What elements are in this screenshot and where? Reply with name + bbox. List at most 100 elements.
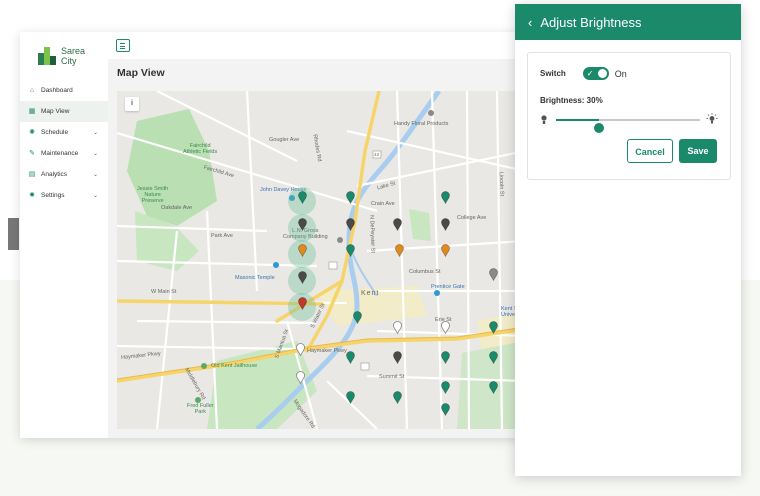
map-label-prentice: Prentice Gate — [431, 284, 465, 290]
power-toggle[interactable]: ✓ — [582, 67, 609, 80]
app-window: Sarea City ⌂ Dashboard ▦ Map View ✺ Schedule ⌄… — [20, 32, 540, 438]
switch-row: Switch ✓ On — [540, 67, 627, 80]
map-label-jailhouse: Old Kent Jailhouse — [211, 363, 258, 369]
streetlight-pin-icon[interactable] — [488, 381, 498, 394]
page-title: Map View — [117, 67, 165, 79]
toggle-knob — [597, 69, 607, 78]
sidebar-item-settings[interactable]: ✹ Settings ⌄ — [20, 185, 108, 206]
map-icon: ▦ — [28, 107, 36, 115]
streetlight-pin-icon[interactable] — [295, 371, 305, 384]
streetlight-pin-icon[interactable] — [392, 321, 402, 334]
streetlight-pin-icon[interactable] — [392, 351, 402, 364]
sidebar-item-label: Schedule — [41, 129, 69, 136]
streetlight-pin-icon[interactable] — [394, 244, 404, 257]
chevron-down-icon: ⌄ — [92, 172, 98, 178]
map-label-lincoln: Lincoln St — [497, 171, 505, 197]
map-info-button[interactable]: i — [125, 97, 139, 111]
brand-name-line2: City — [61, 56, 77, 66]
adjust-brightness-panel: ‹ Adjust Brightness Switch ✓ On Brightne… — [515, 4, 741, 476]
brand-name: Sarea City — [61, 46, 85, 66]
streetlight-pin-icon[interactable] — [488, 268, 498, 281]
poi-handy-floral-icon[interactable] — [428, 110, 434, 116]
gear-icon: ✹ — [29, 191, 35, 199]
brightness-label: Brightness: 30% — [540, 96, 603, 105]
streetlight-pin-icon[interactable] — [352, 311, 362, 324]
streetlight-pin-icon[interactable] — [488, 351, 498, 364]
streetlight-pin-icon[interactable] — [297, 297, 307, 310]
brightness-card: Switch ✓ On Brightness: 30% Cancel Save — [527, 52, 731, 180]
sidebar-item-label: Settings — [41, 192, 65, 199]
map-label-college: College Ave — [457, 215, 487, 221]
slider-handle[interactable] — [594, 123, 605, 133]
brand-name-line1: Sarea — [61, 46, 86, 56]
sidebar-item-label: Analytics — [41, 171, 68, 178]
map-label-summit: Summit St — [379, 374, 405, 380]
streetlight-pin-icon[interactable] — [297, 271, 307, 284]
streetlight-pin-icon[interactable] — [392, 218, 402, 231]
streetlight-pin-icon[interactable] — [345, 218, 355, 231]
streetlight-pin-icon[interactable] — [297, 191, 307, 204]
streetlight-pin-icon[interactable] — [440, 244, 450, 257]
brightness-slider[interactable] — [540, 111, 718, 133]
map-canvas[interactable]: i Fairchild Athletic Fields Fairchild Ave… — [117, 91, 525, 429]
sidebar-item-schedule[interactable]: ✺ Schedule ⌄ — [20, 122, 108, 143]
map-label-handy-floral: Handy Floral Products — [394, 121, 449, 127]
streetlight-pin-icon[interactable] — [392, 391, 402, 404]
streetlight-pin-icon[interactable] — [297, 218, 307, 231]
panel-title: Adjust Brightness — [540, 14, 642, 30]
sidebar-item-maintenance[interactable]: ✎ Maintenance ⌄ — [20, 143, 108, 164]
home-icon: ⌂ — [29, 86, 35, 94]
streetlight-pin-icon[interactable] — [297, 244, 307, 257]
sidebar-nav: ⌂ Dashboard ▦ Map View ✺ Schedule ⌄ ✎ Maintenanc… — [20, 80, 108, 206]
chevron-down-icon: ⌄ — [92, 151, 98, 157]
streetlight-pin-icon[interactable] — [295, 343, 305, 356]
streetlight-pin-icon[interactable] — [345, 391, 355, 404]
menu-toggle-button[interactable] — [116, 39, 130, 52]
poi-prentice-gate-icon[interactable] — [434, 290, 440, 296]
poi-jailhouse-icon[interactable] — [201, 363, 207, 369]
map-label-w-main: W Main St — [151, 289, 177, 295]
map-label-kent: Kent — [361, 290, 380, 297]
map-label-crain: Crain Ave — [371, 201, 395, 207]
streetlight-pin-icon[interactable] — [440, 218, 450, 231]
chevron-down-icon: ⌄ — [92, 130, 98, 136]
map-base-layer — [117, 91, 525, 429]
city-logo-icon — [38, 47, 56, 65]
streetlight-pin-icon[interactable] — [440, 381, 450, 394]
top-bar — [108, 32, 540, 60]
sidebar-item-analytics[interactable]: ▤ Analytics ⌄ — [20, 164, 108, 185]
streetlight-pin-icon[interactable] — [440, 321, 450, 334]
panel-header: ‹ Adjust Brightness — [515, 4, 741, 40]
map-label-jessie-smith: Jessie Smith Nature Preserve — [137, 186, 169, 204]
map-label-haymaker-east: Haymaker Pkwy — [307, 348, 347, 354]
sidebar-item-label: Map View — [41, 108, 70, 115]
streetlight-pin-icon[interactable] — [345, 351, 355, 364]
sidebar-item-map-view[interactable]: ▦ Map View — [20, 101, 108, 122]
streetlight-pin-icon[interactable] — [440, 191, 450, 204]
sun-icon: ✺ — [29, 128, 35, 136]
streetlight-pin-icon[interactable] — [440, 351, 450, 364]
map-label-masonic: Masonic Temple — [235, 275, 275, 281]
sidebar-item-dashboard[interactable]: ⌂ Dashboard — [20, 80, 108, 101]
slider-track — [556, 118, 700, 133]
streetlight-pin-icon[interactable] — [488, 321, 498, 334]
chevron-down-icon: ⌄ — [92, 193, 98, 199]
window-edge-handle[interactable] — [8, 218, 19, 250]
switch-label: Switch — [540, 69, 566, 78]
bulb-bright-icon — [706, 113, 718, 124]
save-button[interactable]: Save — [679, 139, 717, 163]
back-chevron-icon[interactable]: ‹ — [528, 16, 532, 29]
map-label-columbus: Columbus St — [409, 269, 441, 275]
map-label-park: Park Ave — [211, 233, 233, 239]
main-content: Map View i Fairchild Athletic Fields Fai… — [108, 59, 540, 438]
streetlight-pin-icon[interactable] — [440, 403, 450, 416]
brand-logo[interactable]: Sarea City — [38, 46, 85, 66]
streetlight-pin-icon[interactable] — [345, 191, 355, 204]
poi-ln-gross-icon[interactable] — [337, 237, 343, 243]
streetlight-pin-icon[interactable] — [345, 244, 355, 257]
poi-masonic-icon[interactable] — [273, 262, 279, 268]
bulb-dim-icon — [541, 115, 547, 124]
sidebar: Sarea City ⌂ Dashboard ▦ Map View ✺ Schedule ⌄… — [20, 32, 109, 438]
cancel-button[interactable]: Cancel — [627, 139, 673, 163]
map-label-fred-fuller: Fred Fuller Park — [187, 403, 214, 415]
